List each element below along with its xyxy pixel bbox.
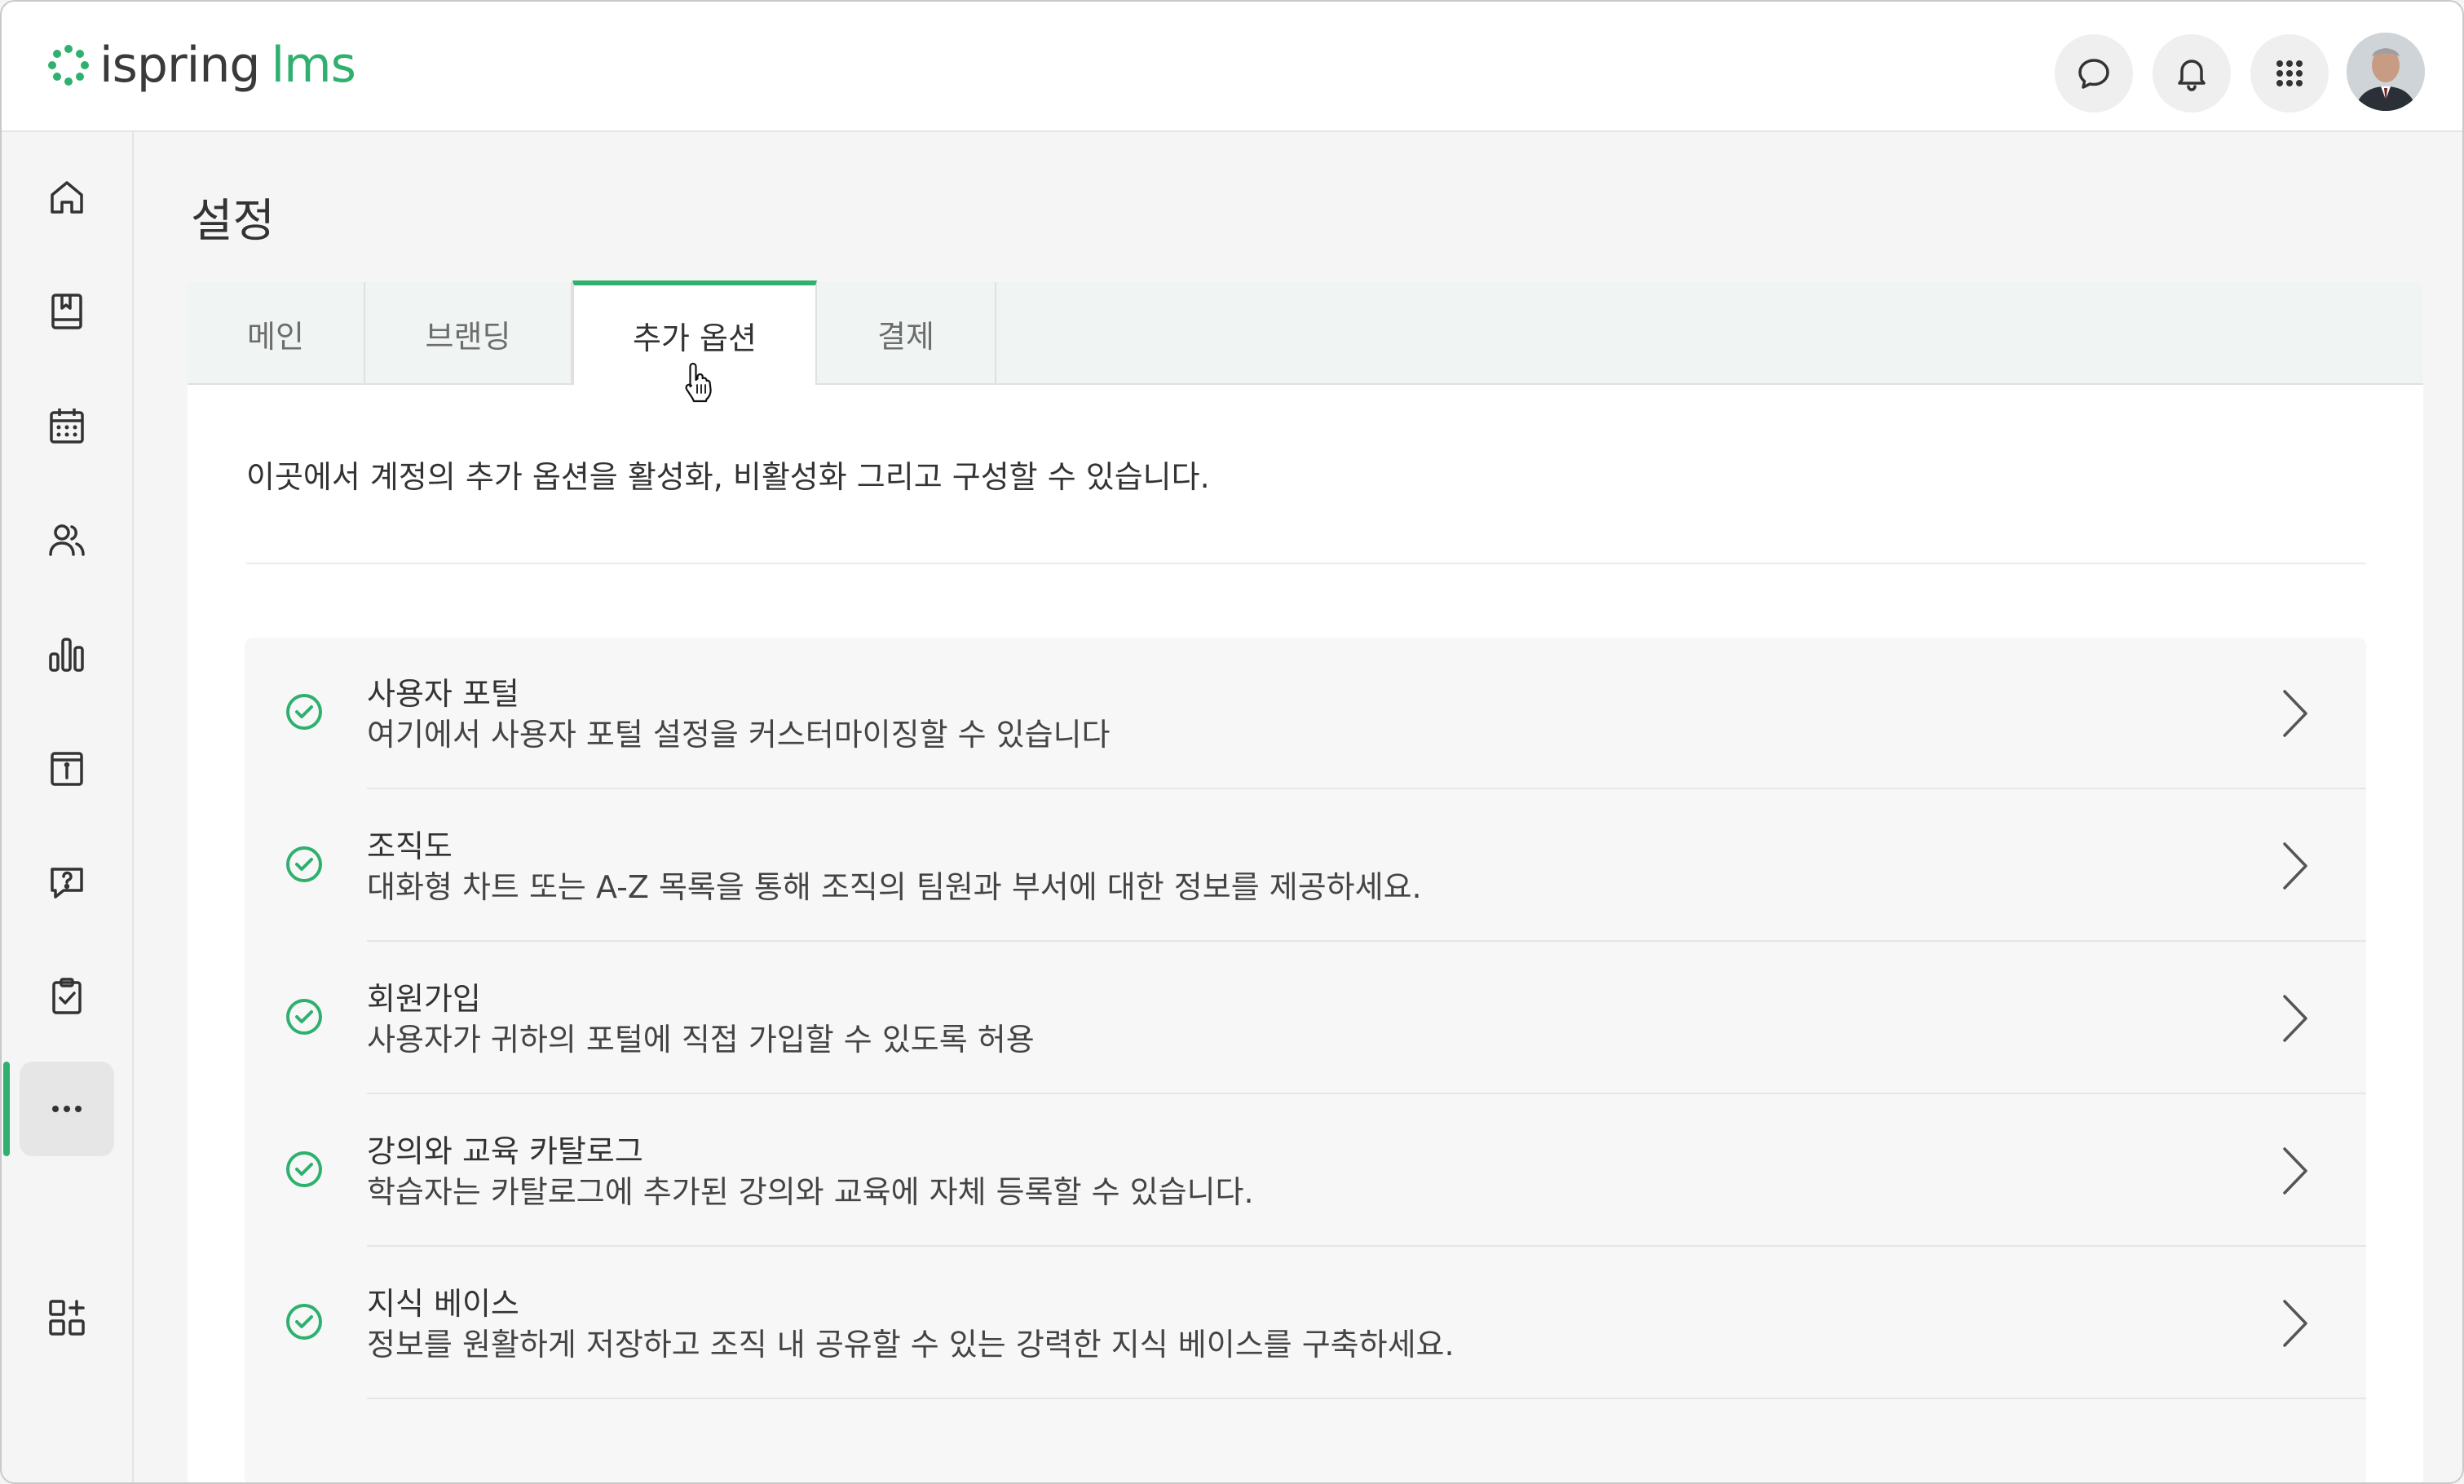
check-circle-icon xyxy=(286,694,322,730)
avatar-image xyxy=(2347,33,2425,111)
chat-button[interactable] xyxy=(2055,34,2133,113)
option-title: 사용자 포털 xyxy=(367,676,519,712)
settings-tabs: 메인 브랜딩 추가 옵션 결제 xyxy=(188,280,2423,385)
logo-text-lms: lms xyxy=(271,37,355,94)
sidebar-item-home[interactable] xyxy=(20,150,114,245)
chevron-right-icon xyxy=(2283,1147,2307,1195)
calendar-icon xyxy=(50,409,84,444)
sidebar-nav xyxy=(2,132,134,1482)
tab-main[interactable]: 메인 xyxy=(188,282,365,385)
sidebar-item-more[interactable] xyxy=(20,1062,114,1156)
bell-icon xyxy=(2178,60,2206,91)
apps-grid-icon xyxy=(2276,60,2303,86)
sidebar-item-content[interactable] xyxy=(20,264,114,359)
tab-billing[interactable]: 결제 xyxy=(817,282,996,385)
row-divider xyxy=(367,788,2366,789)
tab-branding[interactable]: 브랜딩 xyxy=(365,282,572,385)
sidebar-item-tasks[interactable] xyxy=(20,949,114,1044)
home-icon xyxy=(51,181,83,214)
option-description: 사용자가 귀하의 포털에 직접 가입할 수 있도록 허용 xyxy=(367,1022,1035,1058)
clipboard-check-icon xyxy=(52,978,82,1014)
ispring-lms-logo[interactable]: ispring lms xyxy=(46,34,356,96)
option-title: 강의와 교육 카탈로그 xyxy=(367,1133,643,1169)
option-description: 여기에서 사용자 포털 설정을 커스터마이징할 수 있습니다 xyxy=(367,717,1111,753)
active-indicator xyxy=(3,1062,10,1156)
page-title: 설정 xyxy=(191,195,276,248)
add-apps-icon xyxy=(49,1300,85,1336)
sidebar-item-reports[interactable] xyxy=(20,607,114,701)
question-chat-icon xyxy=(51,868,83,899)
notifications-button[interactable] xyxy=(2153,34,2231,113)
option-row-knowledge-base[interactable]: 지식 베이스 정보를 원활하게 저장하고 조직 내 공유할 수 있는 강력한 지… xyxy=(245,1248,2366,1399)
book-icon xyxy=(51,294,82,329)
sidebar-item-info[interactable] xyxy=(20,721,114,815)
apps-button[interactable] xyxy=(2250,34,2329,113)
reports-icon xyxy=(49,638,84,672)
settings-panel: 이곳에서 계정의 추가 옵션을 활성화, 비활성화 그리고 구성할 수 있습니다… xyxy=(188,385,2423,1482)
option-description: 대화형 차트 또는 A-Z 목록을 통해 조직의 팀원과 부서에 대한 정보를 … xyxy=(367,869,1422,905)
user-avatar[interactable] xyxy=(2347,33,2425,111)
sidebar-item-calendar[interactable] xyxy=(20,378,114,473)
chevron-right-icon xyxy=(2283,1300,2307,1347)
chevron-right-icon xyxy=(2283,995,2307,1042)
check-circle-icon xyxy=(286,1304,322,1340)
option-row-org-chart[interactable]: 조직도 대화형 차트 또는 A-Z 목록을 통해 조직의 팀원과 부서에 대한 … xyxy=(245,790,2366,942)
sidebar-item-add-apps[interactable] xyxy=(20,1270,114,1365)
app-window: ispring lms 설정 메인 브랜딩 추가 옵션 결제 이곳에서 계정의 … xyxy=(0,0,2464,1484)
row-divider xyxy=(367,1398,2366,1399)
info-board-icon xyxy=(51,752,83,786)
check-circle-icon xyxy=(286,846,322,882)
option-title: 조직도 xyxy=(367,828,453,864)
check-circle-icon xyxy=(286,1151,322,1187)
row-divider xyxy=(367,940,2366,942)
option-row-user-portal[interactable]: 사용자 포털 여기에서 사용자 포털 설정을 커스터마이징할 수 있습니다 xyxy=(245,638,2366,789)
option-row-signup[interactable]: 회원가입 사용자가 귀하의 포털에 직접 가입할 수 있도록 허용 xyxy=(245,943,2366,1094)
check-circle-icon xyxy=(286,999,322,1035)
row-divider xyxy=(367,1245,2366,1247)
option-description: 학습자는 카탈로그에 추가된 강의와 교육에 자체 등록할 수 있습니다. xyxy=(367,1174,1254,1210)
option-description: 정보를 원활하게 저장하고 조직 내 공유할 수 있는 강력한 지식 베이스를 … xyxy=(367,1327,1455,1363)
more-icon xyxy=(52,1106,82,1112)
ispring-logo-icon xyxy=(48,45,89,86)
intro-text: 이곳에서 계정의 추가 옵션을 활성화, 비활성화 그리고 구성할 수 있습니다… xyxy=(246,459,1210,495)
sidebar-item-questions[interactable] xyxy=(20,835,114,930)
option-title: 지식 베이스 xyxy=(367,1286,519,1322)
logo-text-ispring: ispring xyxy=(99,37,260,94)
divider xyxy=(246,563,2366,564)
chevron-right-icon xyxy=(2283,690,2307,737)
row-divider xyxy=(367,1093,2366,1094)
chevron-right-icon xyxy=(2283,842,2307,890)
chat-icon xyxy=(2078,59,2109,89)
option-title: 회원가입 xyxy=(367,981,481,1017)
hand-cursor-icon xyxy=(685,362,712,403)
top-header: ispring lms xyxy=(2,2,2462,132)
users-icon xyxy=(49,524,85,556)
options-list: 사용자 포털 여기에서 사용자 포털 설정을 커스터마이징할 수 있습니다 조직… xyxy=(245,638,2366,1482)
option-row-course-catalog[interactable]: 강의와 교육 카탈로그 학습자는 카탈로그에 추가된 강의와 교육에 자체 등록… xyxy=(245,1095,2366,1247)
sidebar-item-users[interactable] xyxy=(20,492,114,587)
